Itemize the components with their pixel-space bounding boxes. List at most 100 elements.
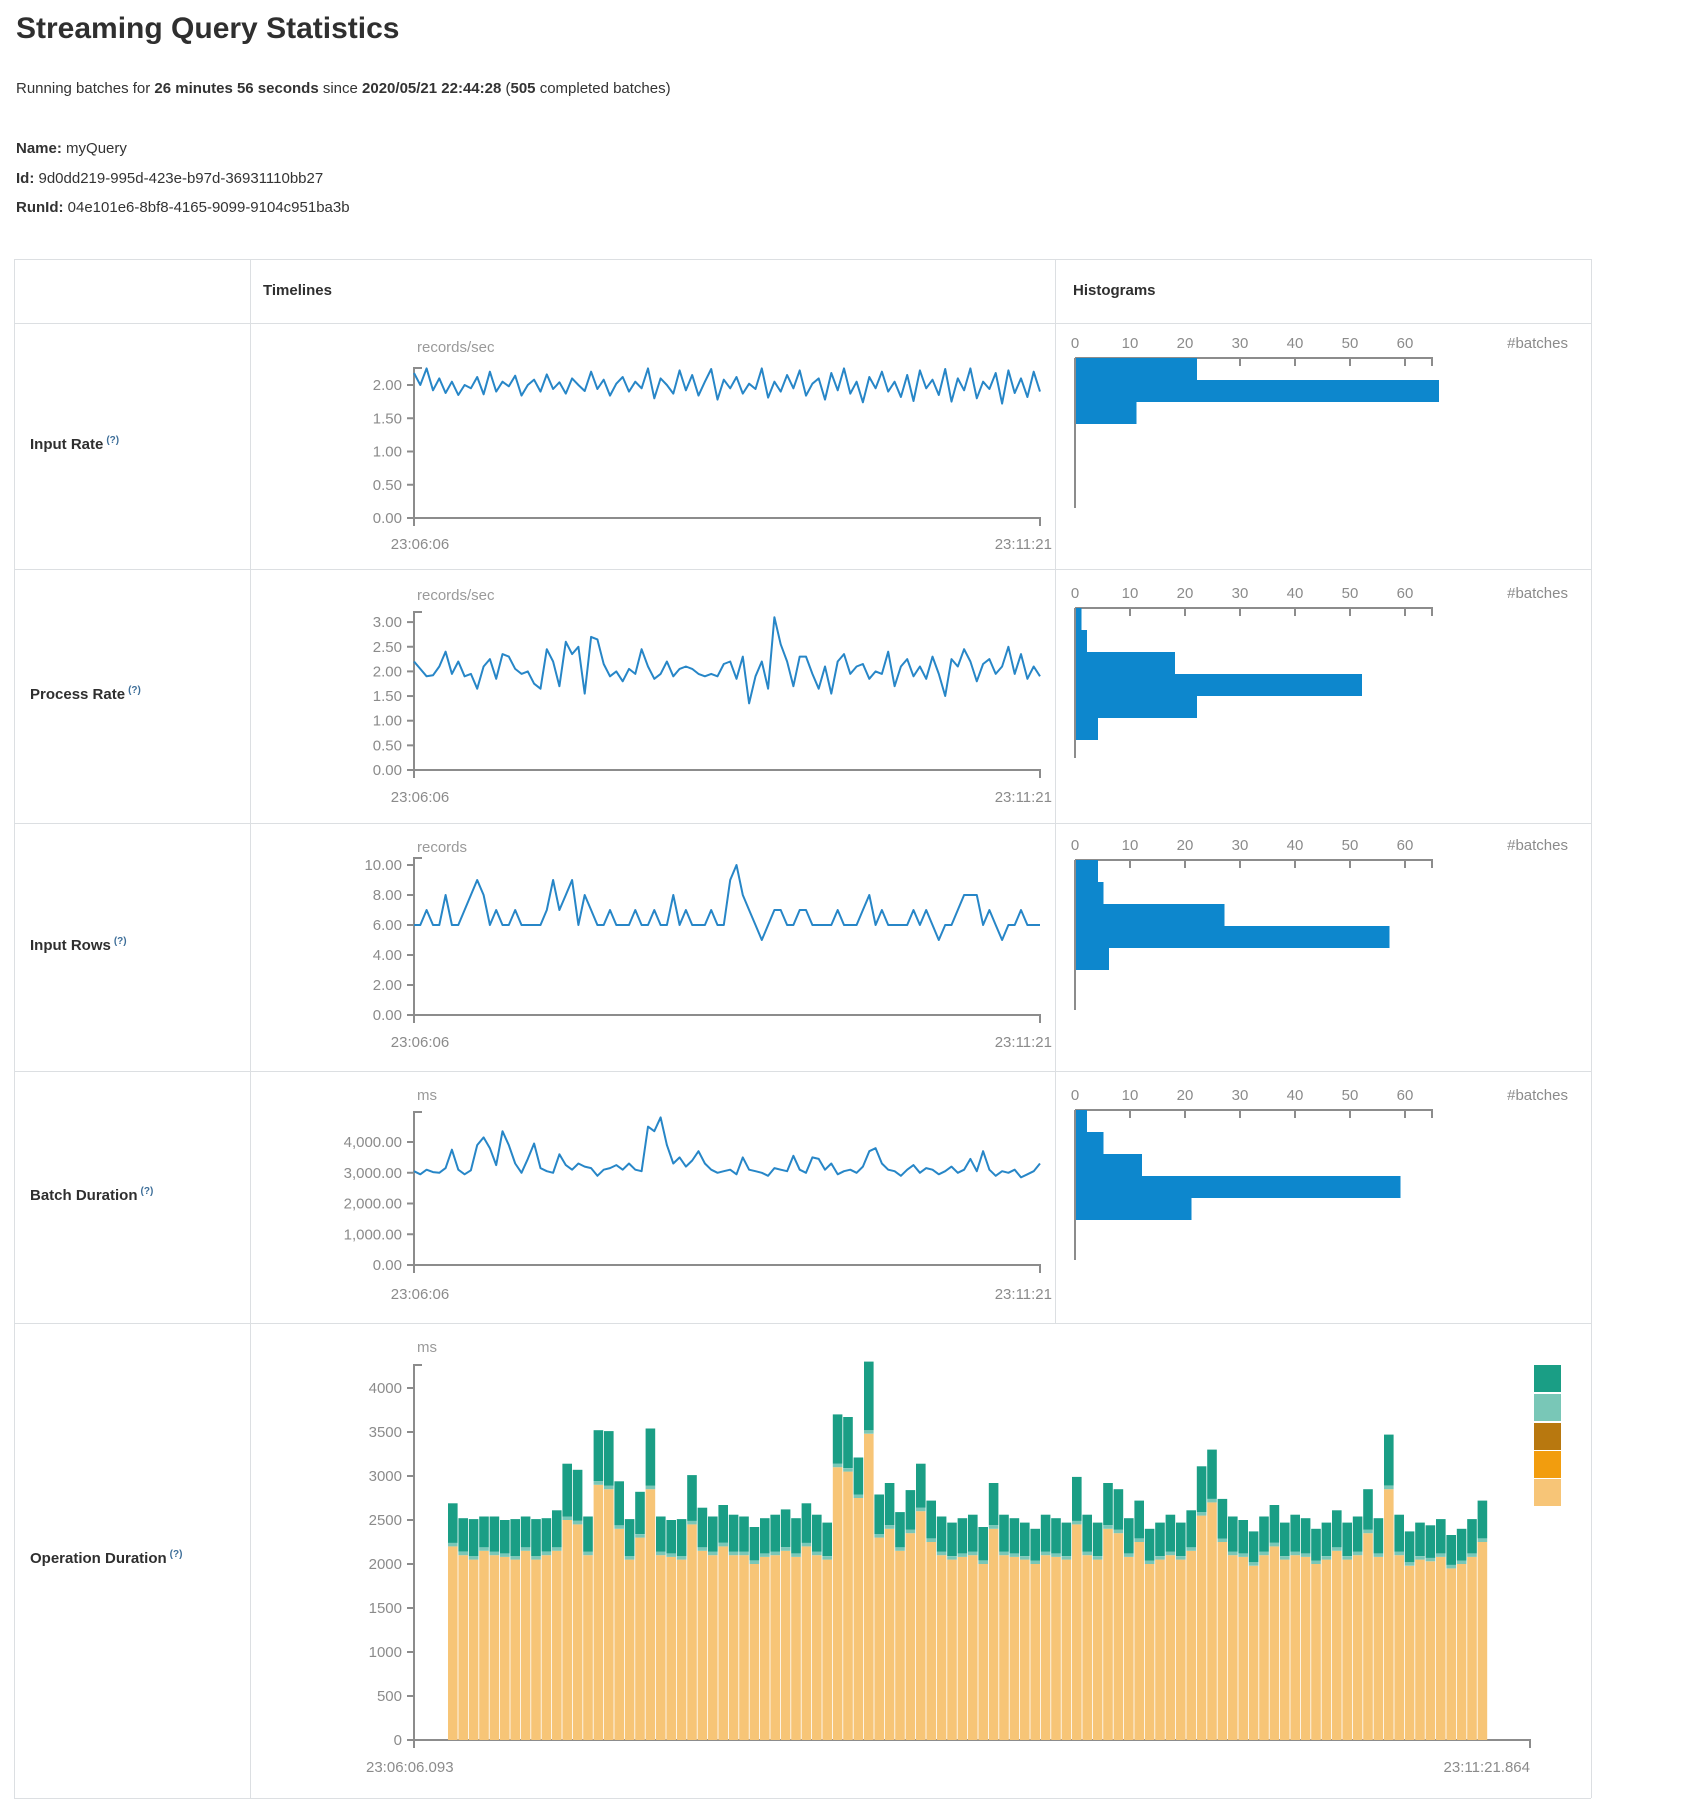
stacked-bar-segment [552, 1510, 562, 1547]
stacked-bar-segment [656, 1555, 666, 1740]
stacked-bar-segment [458, 1518, 468, 1551]
timeline-unit-label: records/sec [417, 587, 495, 604]
stacked-bar-segment [864, 1430, 874, 1434]
stacked-bar-segment [1051, 1518, 1061, 1553]
stacked-bar-segment [1363, 1530, 1373, 1534]
axis-tick-label: 60 [1397, 335, 1414, 352]
stacked-bar-segment [1270, 1543, 1280, 1547]
stacked-bar-segment [1457, 1529, 1467, 1561]
stacked-bar-segment [1342, 1523, 1352, 1556]
stacked-bar-segment [864, 1434, 874, 1740]
stacked-bar-segment [562, 1517, 572, 1521]
stacked-bar-segment [708, 1555, 718, 1740]
stacked-bar-segment [802, 1543, 812, 1547]
stacked-bar-segment [947, 1560, 957, 1740]
histogram-bar [1076, 948, 1109, 970]
stacked-bar-segment [1124, 1553, 1134, 1557]
stacked-bar-segment [1082, 1515, 1092, 1552]
axis-tick-label: 40 [1287, 837, 1304, 854]
stacked-bar-segment [656, 1517, 666, 1552]
axis-tick-label: 50 [1342, 585, 1359, 602]
stacked-bar-segment [874, 1534, 884, 1538]
histogram-x-axis [1075, 860, 1432, 868]
stacked-bar-segment [583, 1555, 593, 1740]
stacked-bar-segment [604, 1489, 614, 1740]
stacked-bar-segment [1478, 1501, 1488, 1539]
stacked-bar-segment [594, 1485, 604, 1740]
stacked-bar-segment [614, 1481, 624, 1525]
stacked-bar-segment [822, 1523, 832, 1556]
stacked-bar-segment [978, 1561, 988, 1565]
stacked-bar-segment [802, 1503, 812, 1543]
stacked-bar-segment [1332, 1547, 1342, 1551]
stacked-bar-segment [1353, 1552, 1363, 1556]
stacked-bar-segment [854, 1458, 864, 1495]
histogram-batches-label: #batches [1507, 585, 1568, 602]
axis-tick-label: 20 [1177, 585, 1194, 602]
stacked-bar-segment [1270, 1546, 1280, 1740]
stacked-bar-segment [739, 1517, 749, 1552]
axis-tick-label: 1,000.00 [344, 1226, 402, 1243]
stacked-bar-segment [968, 1552, 978, 1556]
stacked-bar-segment [479, 1551, 489, 1740]
stacked-bar-segment [854, 1498, 864, 1740]
axis-tick-label: 20 [1177, 335, 1194, 352]
stacked-bar-segment [479, 1547, 489, 1551]
stacked-bar-segment [1280, 1556, 1290, 1560]
stacked-bar-segment [594, 1430, 604, 1481]
stacked-bar-segment [594, 1481, 604, 1485]
stacked-bar-segment [1290, 1515, 1300, 1552]
stacked-bar-segment [958, 1557, 968, 1740]
stacked-bar-segment [531, 1560, 541, 1740]
stacked-bar-segment [1467, 1519, 1477, 1553]
stacked-bar-segment [1114, 1533, 1124, 1740]
stacked-bar-segment [1197, 1516, 1207, 1740]
stacked-bar-segment [458, 1555, 468, 1740]
statistics-charts-svg: records/sec0.000.501.001.502.0023:06:062… [0, 0, 1693, 1820]
stacked-bar-segment [1301, 1557, 1311, 1740]
stacked-bar-segment [926, 1542, 936, 1740]
stacked-bar-segment [1436, 1519, 1446, 1553]
axis-tick-label: 30 [1232, 585, 1249, 602]
stacked-bar-segment [885, 1529, 895, 1740]
stacked-bar-segment [1114, 1530, 1124, 1534]
stacked-bar-segment [666, 1553, 676, 1557]
stacked-bar-segment [583, 1517, 593, 1552]
stacked-bar-segment [1145, 1561, 1155, 1565]
stacked-bar-segment [531, 1556, 541, 1560]
axis-tick-label: 500 [377, 1688, 402, 1705]
timeline-line-series [414, 1117, 1040, 1177]
axis-tick-label: 0 [1071, 1087, 1079, 1104]
stacked-bar-segment [635, 1492, 645, 1534]
stacked-bar-segment [1446, 1565, 1456, 1569]
timeline-unit-label: records [417, 839, 467, 856]
timeline-y-axis [414, 368, 422, 518]
streaming-query-statistics-page: Streaming Query Statistics Running batch… [0, 0, 1693, 1820]
timeline-x-axis [414, 518, 1040, 526]
stacked-bar-segment [469, 1519, 479, 1556]
axis-tick-label: 1000 [369, 1644, 402, 1661]
stacked-bar-segment [677, 1560, 687, 1740]
histogram-x-axis [1075, 608, 1432, 616]
axis-tick-label: 60 [1397, 585, 1414, 602]
stacked-bar-segment [552, 1551, 562, 1740]
stacked-bar-segment [1082, 1555, 1092, 1740]
stacked-bar-segment [739, 1552, 749, 1556]
stacked-bar-segment [885, 1483, 895, 1525]
histogram-bar [1076, 1154, 1142, 1176]
stacked-bar-segment [635, 1538, 645, 1740]
legend-swatch [1534, 1451, 1561, 1478]
stacked-bar-segment [1207, 1502, 1217, 1740]
stacked-bar-segment [614, 1525, 624, 1529]
axis-tick-label: 2000 [369, 1556, 402, 1573]
stacked-bar-segment [937, 1552, 947, 1556]
stacked-bar-segment [542, 1518, 552, 1551]
x-axis-end-label: 23:11:21 [995, 1286, 1052, 1303]
op-duration-unit-label: ms [417, 1339, 437, 1356]
stacked-bar-segment [1228, 1555, 1238, 1740]
stacked-bar-segment [1176, 1523, 1186, 1556]
histogram-batches-label: #batches [1507, 335, 1568, 352]
stacked-bar-segment [1353, 1517, 1363, 1552]
stacked-bar-segment [1134, 1539, 1144, 1543]
timeline-x-axis [414, 1265, 1040, 1273]
